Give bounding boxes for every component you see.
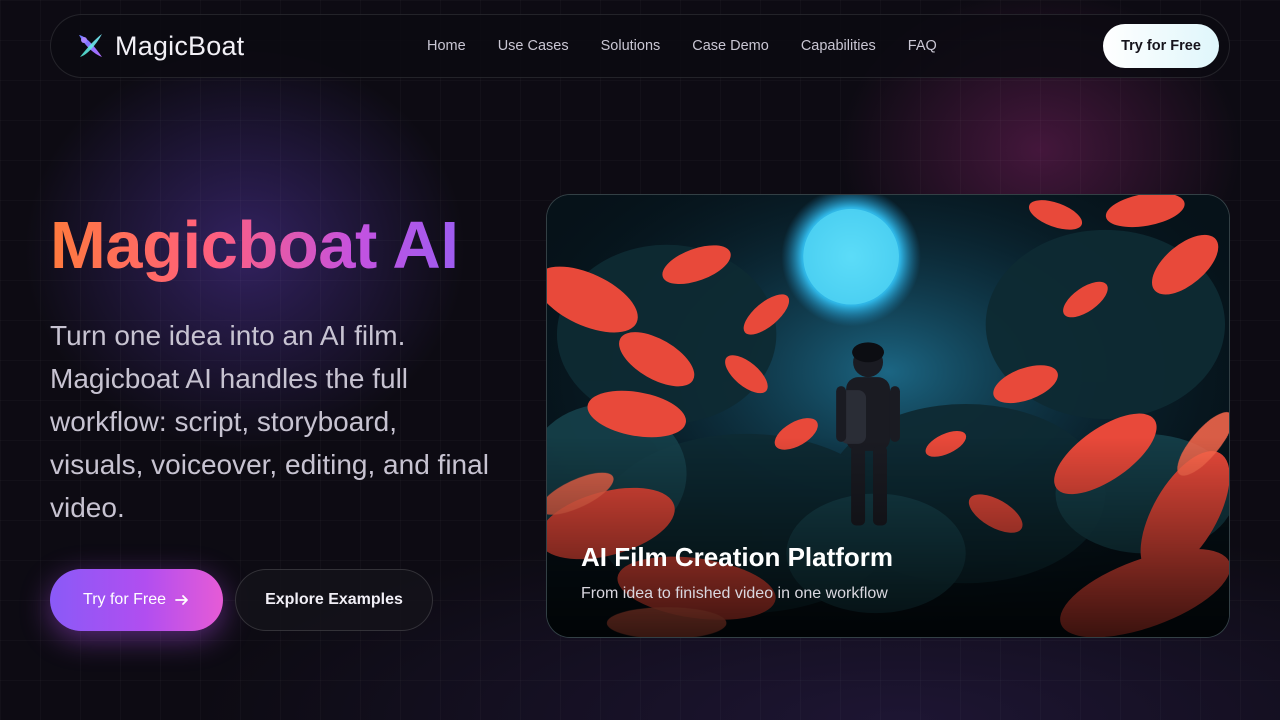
- nav-capabilities[interactable]: Capabilities: [801, 38, 876, 54]
- explore-examples-button[interactable]: Explore Examples: [235, 569, 433, 631]
- nav-use-cases[interactable]: Use Cases: [498, 38, 569, 54]
- hero-try-free-label: Try for Free: [83, 591, 166, 608]
- nav-faq[interactable]: FAQ: [908, 38, 937, 54]
- landing-page: MagicBoat Home Use Cases Solutions Case …: [0, 0, 1280, 720]
- hero-media-card[interactable]: AI Film Creation Platform From idea to f…: [546, 194, 1230, 638]
- hero-try-free-button[interactable]: Try for Free: [50, 569, 223, 631]
- magicboat-logo-icon: [79, 34, 102, 57]
- nav-try-free-button[interactable]: Try for Free: [1103, 24, 1219, 68]
- nav-case-demo[interactable]: Case Demo: [692, 38, 769, 54]
- hero-title: Magicboat AI: [50, 208, 459, 283]
- brand[interactable]: MagicBoat: [75, 30, 244, 62]
- top-navbar: MagicBoat Home Use Cases Solutions Case …: [50, 14, 1230, 78]
- nav-home[interactable]: Home: [427, 38, 466, 54]
- media-card-title: AI Film Creation Platform: [581, 542, 894, 572]
- nav-solutions[interactable]: Solutions: [601, 38, 661, 54]
- nav-links: Home Use Cases Solutions Case Demo Capab…: [427, 15, 937, 77]
- brand-name: MagicBoat: [115, 30, 245, 61]
- media-card-subtitle: From idea to finished video in one workf…: [581, 585, 888, 602]
- arrow-right-icon: [175, 595, 188, 605]
- hero-description: Turn one idea into an AI film. Magicboat…: [50, 320, 489, 523]
